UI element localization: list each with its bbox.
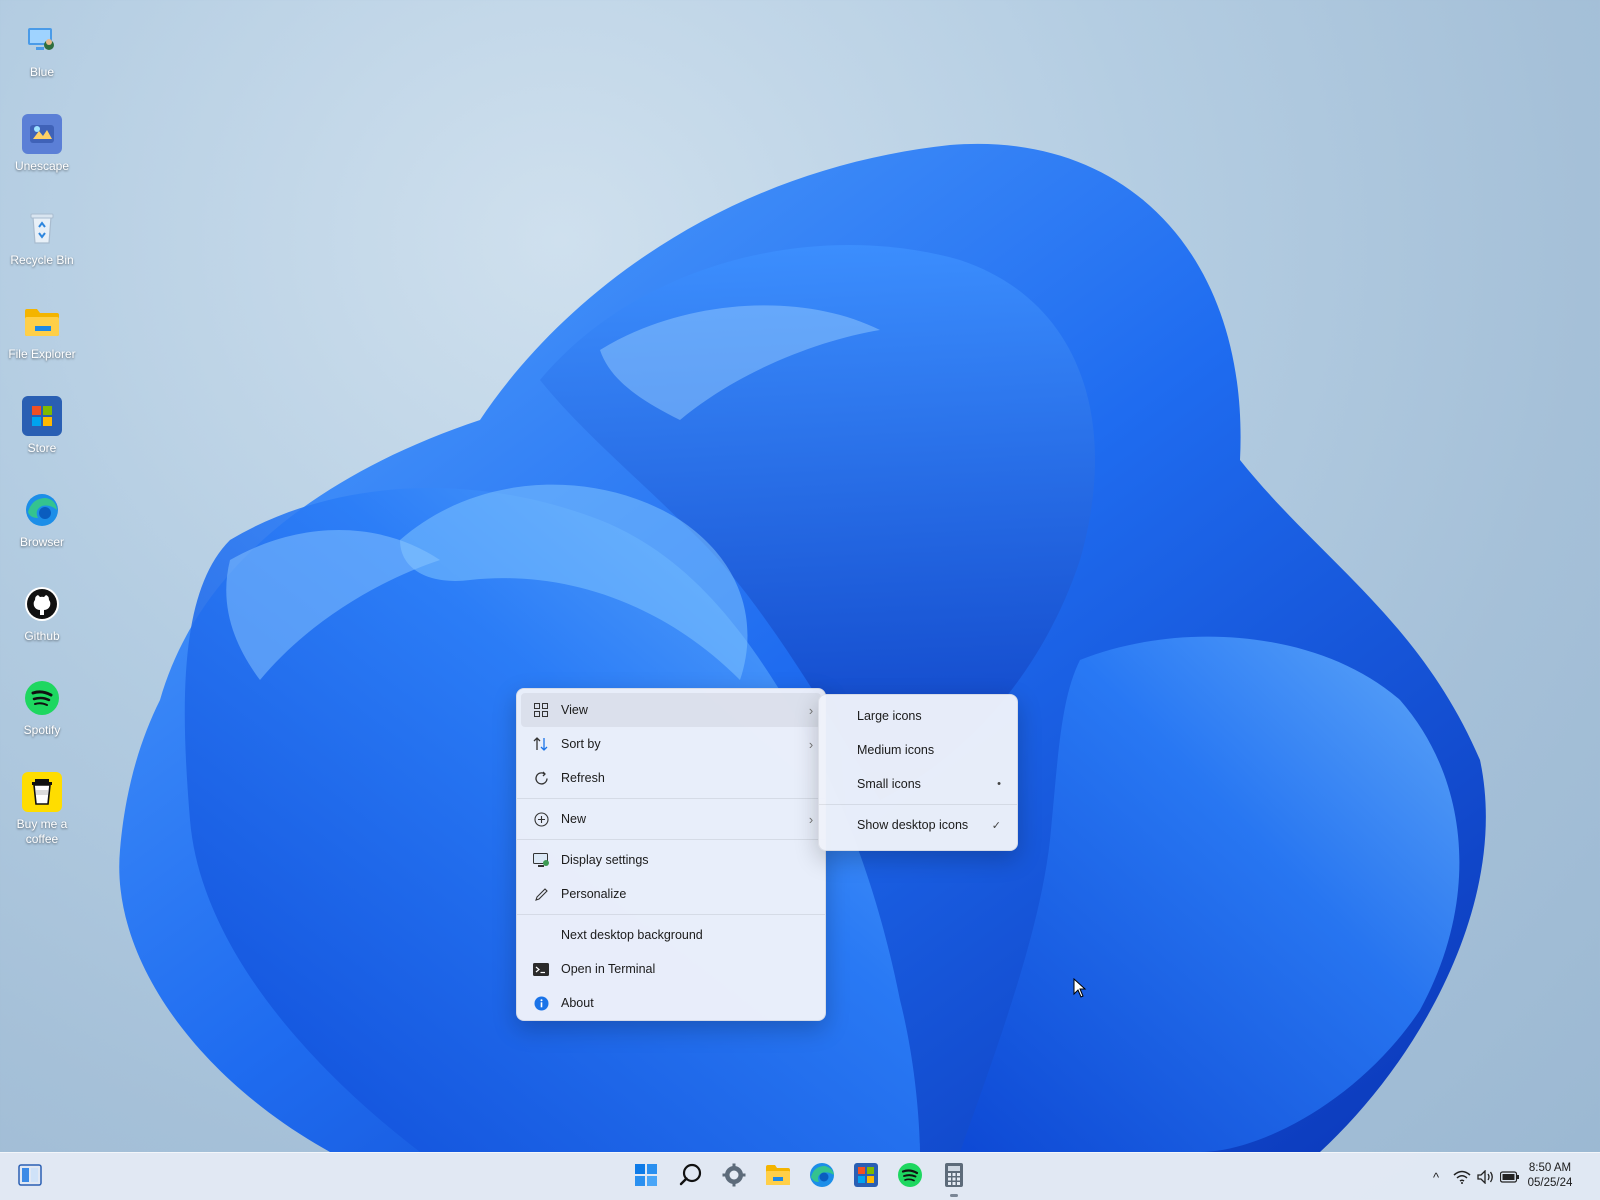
battery-icon[interactable] [1500, 1167, 1520, 1187]
menu-item-sort-by[interactable]: Sort by › [521, 727, 821, 761]
unescape-app-icon [22, 114, 62, 154]
menu-item-label: View [561, 703, 588, 717]
submenu-item-label: Show desktop icons [857, 818, 969, 832]
volume-icon[interactable] [1476, 1167, 1496, 1187]
desktop-icon-file-explorer[interactable]: File Explorer [0, 296, 84, 384]
menu-item-about[interactable]: About [521, 986, 821, 1020]
plus-circle-icon [521, 811, 561, 827]
taskbar-settings-button[interactable] [716, 1161, 752, 1193]
submenu-item-large-icons[interactable]: Large icons [823, 699, 1013, 733]
desktop-icon-spotify[interactable]: Spotify [0, 672, 84, 760]
menu-item-open-in-terminal[interactable]: Open in Terminal [521, 952, 821, 986]
terminal-icon [521, 962, 561, 976]
display-icon [521, 852, 561, 868]
store-icon [854, 1162, 878, 1192]
recycle-bin-icon [22, 208, 62, 248]
submenu-item-medium-icons[interactable]: Medium icons [823, 733, 1013, 767]
edge-browser-icon [22, 490, 62, 530]
taskbar: ^ 8:50 AM 05/25/24 [0, 1152, 1600, 1200]
desktop-context-menu: View › Sort by › Refresh New › Display s… [516, 688, 826, 1021]
menu-item-label: Personalize [561, 887, 627, 901]
folder-icon [22, 302, 62, 342]
submenu-item-label: Small icons [857, 777, 921, 791]
info-icon [521, 996, 561, 1011]
taskbar-edge-button[interactable] [804, 1161, 840, 1193]
desktop-icon-store[interactable]: Store [0, 390, 84, 478]
settings-icon [722, 1163, 746, 1192]
menu-separator [819, 804, 1017, 805]
taskbar-spotify-button[interactable] [892, 1161, 928, 1193]
menu-item-personalize[interactable]: Personalize [521, 877, 821, 911]
desktop-icon-github[interactable]: Github [0, 578, 84, 666]
file-explorer-icon [765, 1164, 791, 1191]
desktop-icon-recycle-bin[interactable]: Recycle Bin [0, 202, 84, 290]
desktop-icon-label: Github [24, 629, 60, 643]
menu-separator [517, 914, 825, 915]
menu-item-refresh[interactable]: Refresh [521, 761, 821, 795]
taskbar-store-button[interactable] [848, 1161, 884, 1193]
checkmark-icon: ✓ [991, 819, 1001, 832]
desktop-icon-label: Browser [19, 535, 64, 549]
selected-dot-icon: • [997, 778, 1001, 790]
user-monitor-icon [22, 20, 62, 60]
desktop-icon-browser[interactable]: Browser [0, 484, 84, 572]
menu-item-view[interactable]: View › [521, 693, 821, 727]
menu-separator [517, 798, 825, 799]
desktop-icon-label: Store [27, 441, 57, 455]
system-tray: ^ 8:50 AM 05/25/24 [1400, 1153, 1600, 1200]
spotify-icon [897, 1162, 923, 1193]
desktop-icon-buy-me-a-coffee[interactable]: Buy me a coffee [0, 766, 84, 866]
start-icon [634, 1163, 658, 1192]
menu-item-new[interactable]: New › [521, 802, 821, 836]
widgets-icon [18, 1163, 42, 1191]
edge-icon [809, 1162, 835, 1193]
submenu-item-label: Large icons [857, 709, 922, 723]
taskbar-calculator-button[interactable] [936, 1161, 972, 1197]
taskbar-start-button[interactable] [628, 1161, 664, 1193]
menu-item-display-settings[interactable]: Display settings [521, 843, 821, 877]
view-submenu: Large icons Medium icons Small icons • S… [818, 694, 1018, 851]
desktop-icon-blue[interactable]: Blue [0, 14, 84, 102]
menu-item-label: Open in Terminal [561, 962, 656, 976]
spotify-icon [22, 678, 62, 718]
submenu-item-small-icons[interactable]: Small icons • [823, 767, 1013, 801]
desktop-icon-label: Blue [29, 65, 55, 79]
menu-item-label: Sort by [561, 737, 601, 751]
sort-arrows-icon [521, 737, 561, 751]
menu-separator [517, 839, 825, 840]
tray-overflow-button[interactable]: ^ [1426, 1167, 1446, 1187]
menu-item-label: Next desktop background [561, 928, 703, 942]
menu-item-label: About [561, 996, 594, 1010]
menu-item-next-desktop-background[interactable]: Next desktop background [521, 918, 821, 952]
chevron-up-icon: ^ [1432, 1169, 1440, 1185]
desktop-icon-unescape[interactable]: Unescape [0, 108, 84, 196]
desktop-icon-label: Spotify [23, 723, 61, 737]
github-icon [22, 584, 62, 624]
taskbar-file-explorer-button[interactable] [760, 1161, 796, 1193]
widgets-button[interactable] [12, 1161, 48, 1193]
store-icon [22, 396, 62, 436]
refresh-icon [521, 771, 561, 786]
menu-item-label: New [561, 812, 587, 826]
calculator-icon [944, 1162, 964, 1193]
clock-time: 8:50 AM [1528, 1162, 1572, 1174]
taskbar-clock[interactable]: 8:50 AM 05/25/24 [1520, 1161, 1580, 1191]
submenu-item-show-desktop-icons[interactable]: Show desktop icons ✓ [823, 808, 1013, 842]
menu-item-label: Display settings [561, 853, 649, 867]
desktop-icon-label: Buy me a coffee [16, 817, 68, 846]
coffee-cup-icon [22, 772, 62, 812]
clock-date: 05/25/24 [1527, 1177, 1573, 1189]
desktop-icon-label: File Explorer [8, 347, 76, 361]
submenu-item-label: Medium icons [857, 743, 935, 757]
search-icon [679, 1163, 703, 1192]
taskbar-search-button[interactable] [673, 1161, 709, 1193]
wifi-icon[interactable] [1452, 1167, 1472, 1187]
grid-icon [521, 703, 561, 717]
menu-item-label: Refresh [561, 771, 605, 785]
mouse-cursor-icon [1073, 977, 1087, 1003]
desktop-icon-label: Unescape [14, 159, 70, 173]
desktop-icon-label: Recycle Bin [10, 253, 74, 267]
running-indicator [950, 1194, 958, 1197]
pen-icon [521, 887, 561, 902]
